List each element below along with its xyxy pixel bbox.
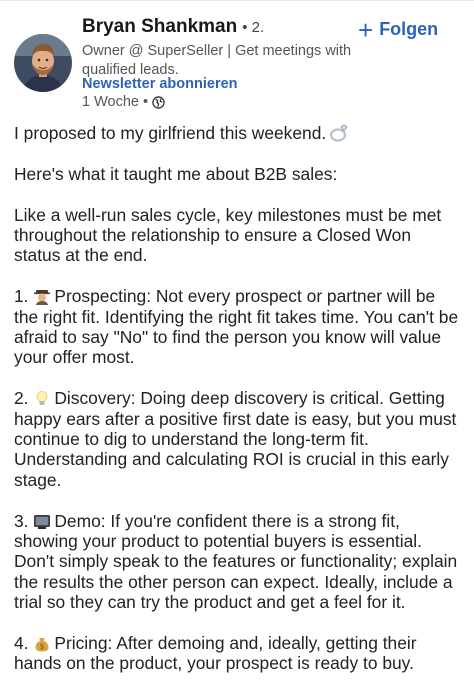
lightbulb-emoji [36, 391, 48, 406]
point-item-4: 4. $ Pricing: After demoing and, ideally… [14, 633, 460, 674]
post-paragraph-intro: I proposed to my girlfriend this weekend… [14, 123, 460, 143]
post-body: I proposed to my girlfriend this weekend… [14, 123, 460, 694]
point-item-3: 3. Demo: If you're confident there is a … [14, 511, 460, 613]
follow-button[interactable]: + Folgen [358, 14, 439, 45]
follow-label: Folgen [379, 19, 439, 39]
money-bag-emoji: $ [35, 638, 49, 652]
meta-separator: • [142, 94, 149, 110]
post-paragraph-lesson: Here's what it taught me about B2B sales… [14, 163, 338, 184]
point-text: Prospecting: Not every prospect or partn… [14, 286, 459, 368]
svg-text:$: $ [40, 642, 45, 651]
post-intro-text: I proposed to my girlfriend this weekend… [14, 123, 327, 143]
globe-icon [152, 95, 165, 109]
newsletter-subscribe-link[interactable]: Newsletter abonnieren [82, 76, 238, 92]
detective-emoji [34, 290, 51, 306]
author-name-row: Bryan Shankman • 2. [82, 16, 264, 38]
avatar[interactable] [14, 34, 72, 92]
ring-emoji [330, 124, 348, 142]
point-text: Pricing: After demoing and, ideally, get… [14, 633, 417, 674]
point-number: 3. [14, 510, 29, 531]
tv-emoji [34, 514, 51, 529]
point-number: 2. [14, 388, 29, 409]
point-text: Discovery: Doing deep discovery is criti… [14, 388, 457, 490]
post-meta: 1 Woche • [82, 94, 165, 110]
connection-degree: • 2. [242, 19, 265, 36]
point-number: 4. [14, 633, 29, 654]
post-header: Bryan Shankman • 2. Owner @ SuperSeller … [0, 0, 474, 118]
author-name[interactable]: Bryan Shankman [82, 16, 237, 38]
point-text: Demo: If you're confident there is a str… [14, 510, 458, 613]
point-item-1: 1. Prospecting: Not every prospect or pa… [14, 286, 460, 368]
point-number: 1. [14, 286, 29, 307]
point-item-2: 2. Discovery: Doing deep discovery is cr… [14, 388, 460, 490]
post-paragraph-analogy: Like a well-run sales cycle, key milesto… [14, 204, 442, 266]
author-headline: Owner @ SuperSeller | Get meetings with … [82, 43, 352, 78]
post-time: 1 Woche [82, 94, 139, 110]
plus-icon: + [358, 14, 374, 45]
